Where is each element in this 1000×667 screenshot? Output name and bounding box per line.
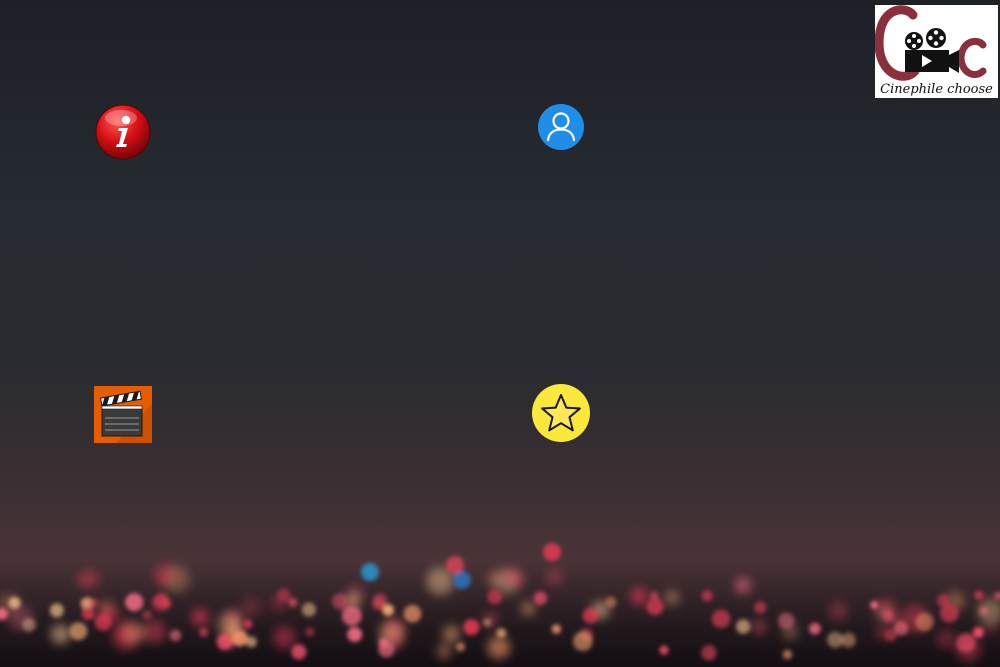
star-icon[interactable]: [531, 383, 591, 443]
cinephile-choose-logo: Cinephile choose: [875, 5, 998, 98]
clapperboard-icon[interactable]: [94, 386, 152, 443]
film-camera-icon: [905, 28, 959, 73]
desktop-background: Cinephile choose: [0, 0, 1000, 667]
user-icon[interactable]: [537, 103, 585, 151]
logo-caption: Cinephile choose: [880, 82, 993, 97]
logo-emblem: [875, 5, 987, 81]
city-bokeh-lights: [0, 543, 1000, 667]
info-icon[interactable]: [95, 104, 151, 160]
